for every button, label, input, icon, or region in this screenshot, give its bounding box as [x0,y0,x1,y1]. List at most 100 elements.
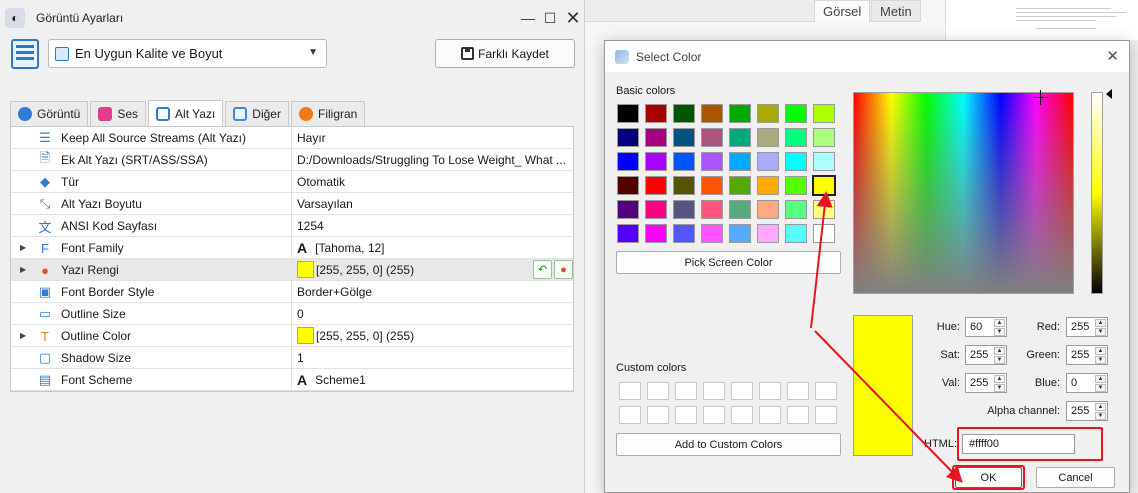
sat-spinbox[interactable]: 255 ▲ ▼ [965,345,1007,365]
property-row[interactable]: ▶ ● Yazı Rengi [255, 255, 0] (255) ↶ ● [11,259,573,281]
basic-color-swatch[interactable] [645,128,667,147]
spin-down-icon[interactable]: ▼ [1095,412,1106,420]
basic-color-swatch[interactable] [673,104,695,123]
reset-icon[interactable]: ↶ [533,260,552,279]
property-value[interactable]: A Scheme1 [297,372,569,388]
basic-color-swatch[interactable] [757,152,779,171]
property-value[interactable]: A [Tahoma, 12] [297,240,569,256]
property-value[interactable]: [255, 255, 0] (255) [297,261,569,278]
hue-saturation-spectrum[interactable] [853,92,1074,294]
maximize-icon[interactable]: ☐ [540,8,560,28]
basic-color-swatch[interactable] [812,175,836,196]
spin-up-icon[interactable]: ▲ [1095,319,1106,327]
custom-color-swatch[interactable] [647,406,669,424]
minimize-icon[interactable]: — [518,8,538,28]
basic-color-swatch[interactable] [701,176,723,195]
color-swatch[interactable] [297,261,314,278]
basic-color-swatch[interactable] [645,152,667,171]
close-icon[interactable]: ✕ [1106,47,1119,65]
val-spinbox[interactable]: 255 ▲ ▼ [965,373,1007,393]
tab-metin[interactable]: Metin [871,0,921,22]
basic-color-swatch[interactable] [673,152,695,171]
property-value[interactable]: D:/Downloads/Struggling To Lose Weight_ … [297,153,569,167]
pick-screen-color-button[interactable]: Pick Screen Color [616,251,841,274]
basic-color-swatch[interactable] [729,200,751,219]
custom-color-swatch[interactable] [787,406,809,424]
custom-color-swatch[interactable] [675,406,697,424]
add-to-custom-colors-button[interactable]: Add to Custom Colors [616,433,841,456]
property-row[interactable]: 文 ANSI Kod Sayfası 1254 [11,215,573,237]
spin-down-icon[interactable]: ▼ [1095,328,1106,336]
basic-color-swatch[interactable] [813,224,835,243]
basic-color-swatch[interactable] [785,128,807,147]
luminance-pointer-icon[interactable] [1106,89,1112,99]
property-row[interactable]: ▶ T Outline Color [255, 255, 0] (255) [11,325,573,347]
basic-color-swatch[interactable] [645,176,667,195]
spin-up-icon[interactable]: ▲ [1095,347,1106,355]
basic-color-swatch[interactable] [785,176,807,195]
basic-color-swatch[interactable] [617,200,639,219]
basic-color-swatch[interactable] [729,128,751,147]
basic-color-swatch[interactable] [729,152,751,171]
crosshair-icon[interactable] [1033,90,1048,105]
basic-color-swatch[interactable] [813,152,835,171]
spin-down-icon[interactable]: ▼ [1095,384,1106,392]
basic-color-swatch[interactable] [645,200,667,219]
property-value[interactable]: Otomatik [297,175,569,189]
basic-color-swatch[interactable] [673,224,695,243]
custom-color-swatch[interactable] [703,382,725,400]
custom-color-swatch[interactable] [731,406,753,424]
luminance-slider[interactable] [1091,92,1103,294]
basic-color-swatch[interactable] [813,128,835,147]
basic-color-swatch[interactable] [757,104,779,123]
basic-color-swatch[interactable] [701,152,723,171]
tab-alt-yazi[interactable]: Alt Yazı [148,100,224,126]
alpha-spinbox[interactable]: 255 ▲ ▼ [1066,401,1108,421]
property-value[interactable]: 1 [297,351,569,365]
custom-color-swatch[interactable] [759,382,781,400]
custom-color-swatch[interactable] [759,406,781,424]
tab-gorsel[interactable]: Görsel [814,0,871,22]
property-row[interactable]: ▢ Shadow Size 1 [11,347,573,369]
save-as-button[interactable]: Farklı Kaydet [435,39,575,68]
tab-filigran[interactable]: Filigran [290,101,366,126]
spin-down-icon[interactable]: ▼ [994,384,1005,392]
basic-color-swatch[interactable] [701,128,723,147]
basic-color-swatch[interactable] [785,104,807,123]
basic-color-swatch[interactable] [701,224,723,243]
basic-color-swatch[interactable] [785,224,807,243]
custom-color-swatch[interactable] [619,382,641,400]
basic-color-swatch[interactable] [757,128,779,147]
spin-up-icon[interactable]: ▲ [1095,403,1106,411]
basic-color-swatch[interactable] [785,200,807,219]
spin-up-icon[interactable]: ▲ [994,319,1005,327]
cancel-button[interactable]: Cancel [1036,467,1115,488]
basic-color-swatch[interactable] [701,200,723,219]
basic-color-swatch[interactable] [617,128,639,147]
basic-color-swatch[interactable] [617,104,639,123]
basic-color-swatch[interactable] [729,176,751,195]
spin-down-icon[interactable]: ▼ [1095,356,1106,364]
basic-color-swatch[interactable] [673,128,695,147]
custom-color-swatch[interactable] [703,406,725,424]
basic-color-swatch[interactable] [757,224,779,243]
basic-color-swatch[interactable] [729,104,751,123]
custom-color-swatch[interactable] [815,406,837,424]
basic-color-swatch[interactable] [757,200,779,219]
basic-color-swatch[interactable] [673,200,695,219]
basic-color-swatch[interactable] [757,176,779,195]
tab-diger[interactable]: Diğer [225,101,289,126]
blue-spinbox[interactable]: 0 ▲ ▼ [1066,373,1108,393]
expand-arrow-icon[interactable]: ▶ [20,243,26,252]
property-value[interactable]: [255, 255, 0] (255) [297,327,569,344]
expand-arrow-icon[interactable]: ▶ [20,265,26,274]
property-row[interactable]: ⤡ Alt Yazı Boyutu Varsayılan [11,193,573,215]
basic-color-swatch[interactable] [813,104,835,123]
basic-color-swatch[interactable] [813,200,835,219]
custom-color-swatch[interactable] [787,382,809,400]
hue-spinbox[interactable]: 60 ▲ ▼ [965,317,1007,337]
property-row[interactable]: ☰ Keep All Source Streams (Alt Yazı) Hayır [11,127,573,149]
close-icon[interactable]: ✕ [563,8,583,28]
property-value[interactable]: 1254 [297,219,569,233]
expand-arrow-icon[interactable]: ▶ [20,331,26,340]
